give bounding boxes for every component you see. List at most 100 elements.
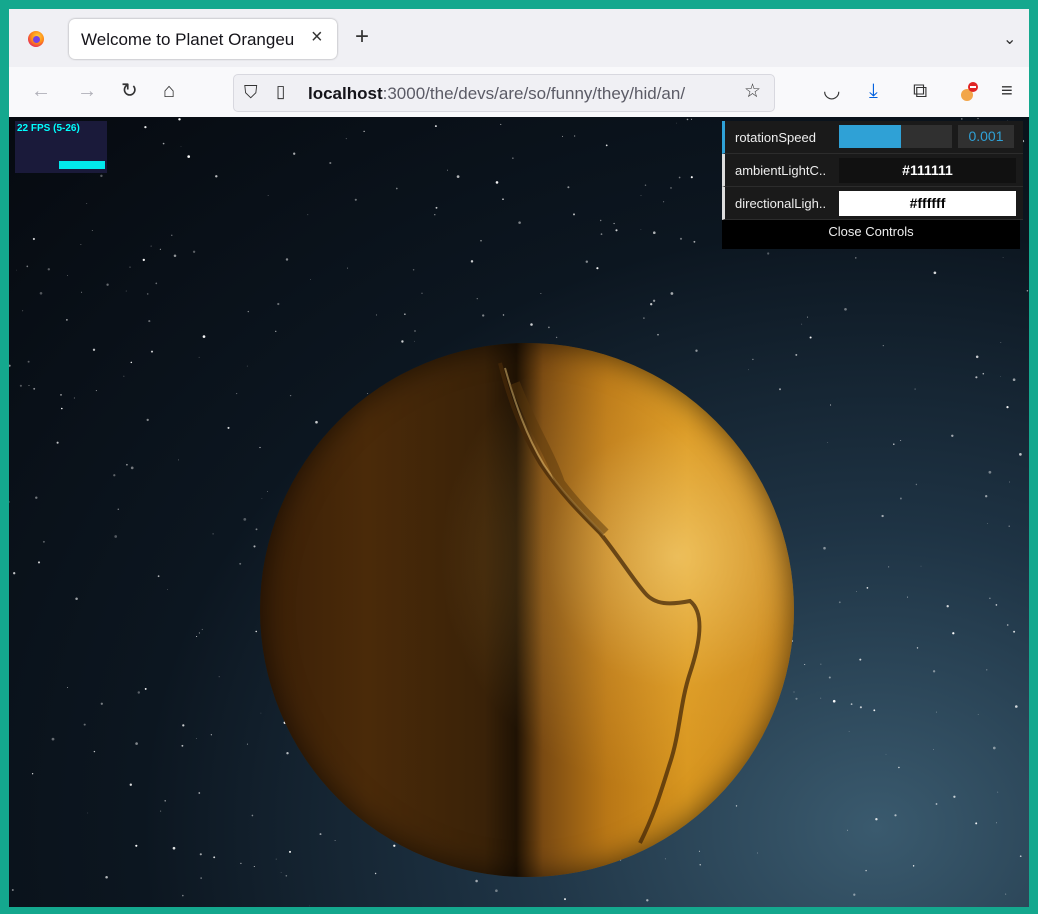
- fps-stats-panel[interactable]: 22 FPS (5-26): [15, 121, 107, 173]
- star: [198, 632, 200, 634]
- star: [395, 187, 398, 190]
- star: [200, 877, 202, 879]
- star: [146, 293, 149, 295]
- star: [251, 814, 254, 817]
- fps-graph: [59, 161, 105, 169]
- star: [1000, 376, 1002, 377]
- star: [693, 240, 696, 243]
- star: [599, 219, 602, 222]
- url-text[interactable]: localhost:3000/the/devs/are/so/funny/the…: [308, 84, 704, 104]
- tab-active[interactable]: Welcome to Planet Orangeu ×: [69, 19, 337, 59]
- webgl-canvas[interactable]: 22 FPS (5-26) rotationSpeed 0.001 ambien…: [9, 117, 1029, 907]
- star: [995, 604, 998, 606]
- star: [255, 528, 258, 531]
- star: [679, 237, 683, 240]
- pocket-icon[interactable]: ◡: [823, 81, 840, 101]
- new-tab-button[interactable]: +: [355, 25, 369, 49]
- star: [375, 314, 378, 316]
- star: [907, 596, 908, 598]
- reload-icon[interactable]: ↻: [121, 81, 138, 101]
- star: [434, 125, 437, 128]
- star: [345, 138, 347, 140]
- star: [916, 647, 919, 649]
- star: [898, 766, 900, 769]
- list-all-tabs-icon[interactable]: ⌄: [1003, 29, 1016, 49]
- star: [293, 152, 296, 155]
- star: [275, 330, 277, 332]
- star: [19, 384, 22, 387]
- star: [640, 229, 642, 230]
- tracking-shield-icon[interactable]: ⛉: [244, 82, 258, 102]
- rotation-speed-slider[interactable]: [839, 125, 952, 148]
- star: [887, 566, 890, 568]
- star: [975, 376, 978, 379]
- star: [512, 157, 514, 159]
- star: [1008, 525, 1010, 527]
- star: [148, 320, 151, 323]
- home-icon[interactable]: ⌂: [163, 81, 175, 101]
- back-icon[interactable]: ←: [31, 81, 51, 101]
- star: [37, 561, 41, 564]
- star: [178, 118, 181, 121]
- bookmark-star-icon[interactable]: ☆: [744, 82, 761, 102]
- rotation-speed-input[interactable]: 0.001: [958, 125, 1014, 148]
- star: [986, 669, 988, 671]
- star: [676, 122, 677, 124]
- star: [182, 724, 185, 727]
- page-info-icon[interactable]: ▯: [276, 82, 285, 102]
- planet[interactable]: [260, 343, 794, 877]
- slider-fill: [839, 125, 902, 148]
- star: [795, 697, 798, 700]
- star: [32, 237, 35, 241]
- star: [67, 275, 68, 277]
- star: [135, 742, 138, 745]
- star: [171, 234, 173, 236]
- star: [202, 335, 206, 338]
- close-controls-button[interactable]: Close Controls: [722, 222, 1020, 244]
- star: [123, 375, 125, 377]
- star: [663, 201, 665, 203]
- star: [920, 565, 922, 567]
- star: [83, 723, 86, 726]
- control-label: ambientLightC..: [735, 163, 827, 178]
- star: [855, 257, 857, 259]
- star: [573, 135, 576, 137]
- star: [670, 292, 674, 295]
- star: [678, 176, 681, 179]
- url-bar[interactable]: ⛉ ▯ localhost:3000/the/devs/are/so/funny…: [233, 74, 775, 112]
- star: [31, 773, 34, 775]
- star: [997, 791, 999, 793]
- extensions-icon[interactable]: ⧉: [913, 81, 927, 101]
- star: [900, 440, 902, 442]
- star: [240, 862, 242, 865]
- star: [988, 470, 992, 474]
- star: [309, 905, 310, 907]
- star: [26, 265, 29, 268]
- star: [11, 889, 14, 891]
- star: [915, 483, 918, 486]
- forward-icon[interactable]: →: [77, 81, 97, 101]
- directional-color-input[interactable]: #ffffff: [839, 191, 1016, 216]
- fps-label: 22 FPS (5-26): [17, 123, 80, 134]
- star: [187, 155, 191, 158]
- star: [414, 330, 416, 332]
- firefox-icon[interactable]: [28, 31, 44, 47]
- star: [42, 540, 45, 543]
- extension-addon-icon[interactable]: [957, 81, 979, 107]
- downloads-icon[interactable]: ⤓: [869, 81, 878, 101]
- ambient-color-input[interactable]: #111111: [839, 158, 1016, 183]
- star: [150, 350, 154, 353]
- star: [66, 687, 68, 689]
- menu-icon[interactable]: ≡: [1001, 81, 1013, 101]
- tab-close-icon[interactable]: ×: [311, 27, 323, 47]
- star: [1019, 855, 1022, 858]
- control-directional-light-color: directionalLigh.. #ffffff: [722, 187, 1023, 220]
- star: [567, 186, 570, 189]
- star: [47, 268, 51, 271]
- star: [596, 267, 599, 270]
- star: [992, 746, 996, 750]
- star: [414, 340, 415, 342]
- star: [172, 846, 176, 850]
- star: [9, 364, 11, 367]
- star: [946, 605, 949, 608]
